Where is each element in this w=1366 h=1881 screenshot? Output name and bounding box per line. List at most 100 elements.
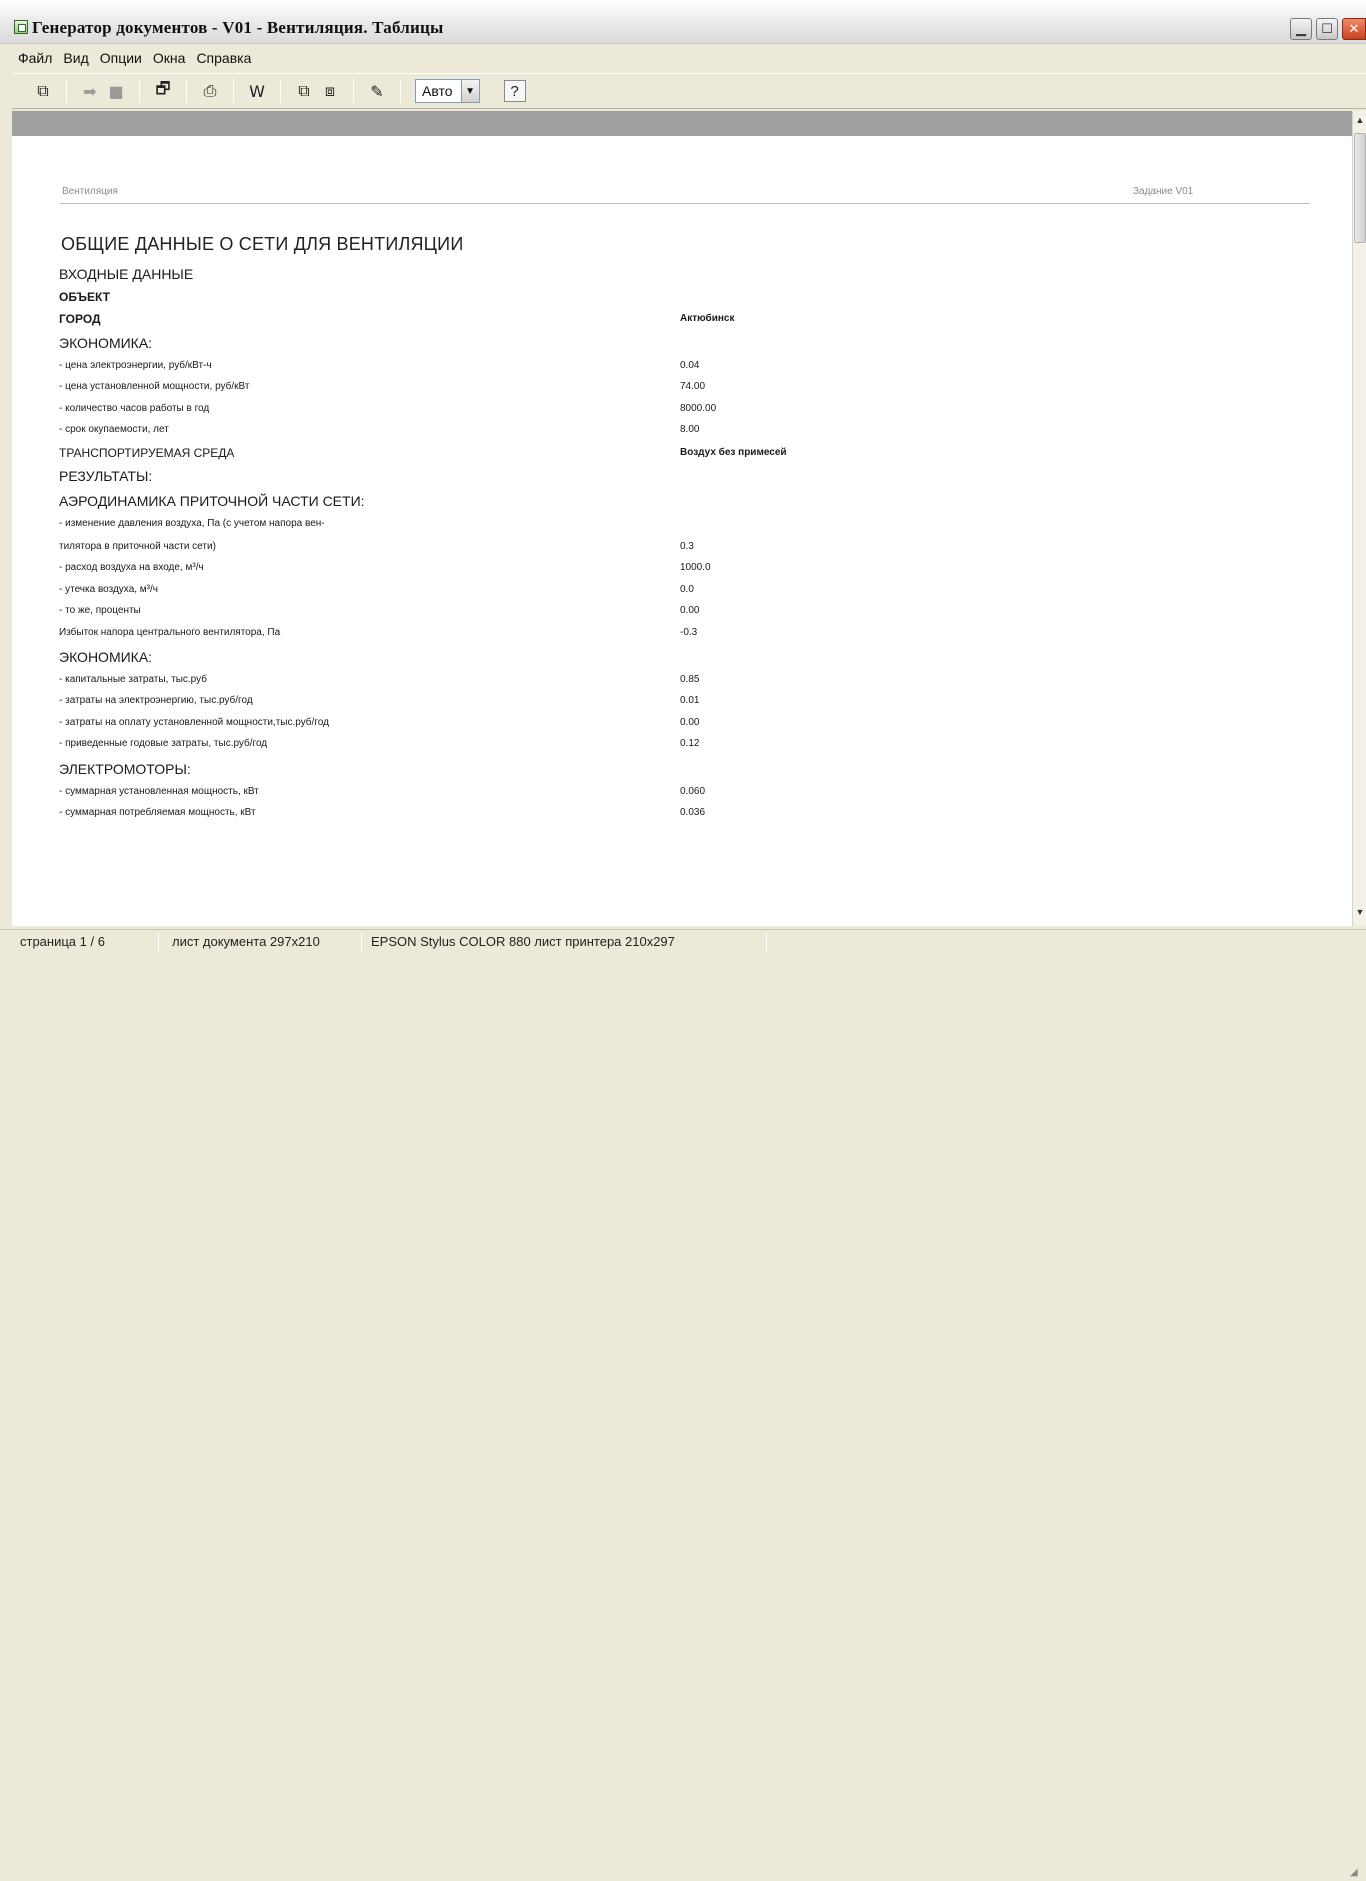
row-label: - суммарная установленная мощность, кВт [59, 786, 259, 797]
app-icon [14, 20, 28, 34]
run-icon: ➡ [83, 81, 97, 101]
properties-button[interactable]: 🗗 [150, 78, 176, 104]
edit-button[interactable]: ✎ [364, 78, 390, 104]
pen-icon: ✎ [370, 81, 384, 101]
row-value: 0.04 [680, 360, 700, 371]
scroll-up-icon[interactable]: ▲ [1353, 113, 1366, 127]
paste-page-button[interactable]: ⧈ [317, 78, 343, 104]
section-heading: АЭРОДИНАМИКА ПРИТОЧНОЙ ЧАСТИ СЕТИ: [59, 493, 365, 509]
copy-page-button[interactable]: ⧉ [291, 78, 317, 104]
help-button[interactable]: ? [503, 80, 526, 102]
row-label: ОБЪЕКТ [59, 290, 110, 304]
toolbar-separator [186, 79, 187, 103]
pages-button[interactable]: ⧉ [30, 78, 56, 104]
row-value: 0.3 [680, 541, 694, 552]
printer-icon: ⎙ [203, 81, 217, 100]
row-label: ГОРОД [59, 312, 101, 326]
title-bar[interactable]: Генератор документов - V01 - Вентиляция.… [0, 0, 1366, 44]
pages-icon: ⧉ [37, 81, 49, 100]
close-button[interactable]: ✕ [1342, 18, 1366, 40]
menu-options[interactable]: Опции [100, 50, 142, 66]
maximize-button[interactable]: ☐ [1316, 18, 1338, 40]
toolbar-separator [280, 79, 281, 103]
window-title: Генератор документов - V01 - Вентиляция.… [32, 18, 444, 37]
row-label: Избыток напора центрального вентилятора,… [59, 627, 281, 638]
row-value: 0.85 [680, 674, 700, 685]
scroll-down-icon[interactable]: ▼ [1353, 905, 1366, 919]
word-export-button[interactable]: W [244, 78, 270, 104]
stop-icon: ■ [108, 81, 124, 101]
status-doc-sheet: лист документа 297x210 [172, 934, 320, 949]
status-printer: EPSON Stylus COLOR 880 лист принтера 210… [371, 934, 675, 949]
row-value: 74.00 [680, 381, 706, 392]
menu-windows[interactable]: Окна [153, 50, 186, 66]
page-header-task: Задание V01 [1133, 186, 1194, 197]
row-label: - изменение давления воздуха, Па (с учет… [59, 518, 325, 529]
row-value: Актюбинск [680, 313, 735, 324]
section-heading: ЭЛЕКТРОМОТОРЫ: [59, 761, 191, 777]
app-window: Генератор документов - V01 - Вентиляция.… [0, 0, 1366, 1878]
row-label: - цена установленной мощности, руб/кВт [59, 381, 250, 392]
menu-bar: Файл Вид Опции Окна Справка [0, 46, 1366, 70]
toolbar-separator [139, 79, 140, 103]
word-icon: W [249, 81, 265, 101]
scroll-thumb[interactable] [1354, 133, 1366, 243]
stop-button[interactable]: ■ [103, 78, 129, 104]
toolbar-separator [353, 79, 354, 103]
section-heading: РЕЗУЛЬТАТЫ: [59, 468, 153, 484]
row-value: 0.0 [680, 584, 694, 595]
run-button[interactable]: ➡ [77, 78, 103, 104]
section-heading: ЭКОНОМИКА: [59, 335, 153, 351]
minimize-button[interactable]: ▁ [1290, 18, 1312, 40]
document-title: ОБЩИЕ ДАННЫЕ О СЕТИ ДЛЯ ВЕНТИЛЯЦИИ [61, 234, 464, 254]
toolbar: ⧉ ➡ ■ 🗗 ⎙ W ⧉ ⧈ ✎ Авто ▼ ? [12, 73, 1366, 109]
row-value: -0.3 [680, 627, 698, 638]
row-value: 0.00 [680, 605, 700, 616]
menu-help[interactable]: Справка [196, 50, 251, 66]
status-page: страница 1 / 6 [20, 934, 105, 949]
copy-page-icon: ⧉ [298, 81, 310, 100]
row-label: - расход воздуха на входе, м³/ч [59, 562, 204, 573]
row-label: - капитальные затраты, тыс.руб [59, 674, 207, 685]
row-label: - приведенные годовые затраты, тыс.руб/г… [59, 738, 268, 749]
row-label: - срок окупаемости, лет [59, 424, 169, 435]
maximize-icon: ☐ [1321, 21, 1333, 37]
close-icon: ✕ [1348, 21, 1360, 37]
row-value: 0.01 [680, 695, 700, 706]
row-value: 0.060 [680, 786, 706, 797]
toolbar-separator [400, 79, 401, 103]
menu-view[interactable]: Вид [63, 50, 88, 66]
status-bar: страница 1 / 6 лист документа 297x210 EP… [0, 929, 1366, 1878]
row-value: 0.00 [680, 717, 700, 728]
row-label: - затраты на оплату установленной мощнос… [59, 717, 329, 728]
status-divider [158, 932, 159, 952]
chevron-down-icon[interactable]: ▼ [460, 80, 479, 102]
properties-icon: 🗗 [155, 78, 171, 98]
row-value: 1000.0 [680, 562, 711, 573]
row-label: - цена электроэнергии, руб/кВт-ч [59, 360, 212, 371]
section-heading: ВХОДНЫЕ ДАННЫЕ [59, 266, 194, 282]
row-label: - затраты на электроэнергию, тыс.руб/год [59, 695, 253, 706]
row-label: - утечка воздуха, м³/ч [59, 584, 158, 595]
vertical-scrollbar[interactable]: ▲ ▼ [1352, 111, 1366, 926]
row-label: тилятора в приточной части сети) [59, 541, 216, 552]
toolbar-separator [233, 79, 234, 103]
row-label: ТРАНСПОРТИРУЕМАЯ СРЕДА [59, 446, 235, 460]
document-top-band [12, 111, 1352, 136]
toolbar-separator [66, 79, 67, 103]
resize-grip-icon[interactable]: ◢ [1350, 1867, 1364, 1881]
section-heading: ЭКОНОМИКА: [59, 649, 153, 665]
row-label: - количество часов работы в год [59, 403, 210, 414]
row-value: 8.00 [680, 424, 700, 435]
header-divider [60, 203, 1310, 204]
row-label: - то же, проценты [59, 605, 141, 616]
row-value: Воздух без примесей [680, 447, 787, 458]
print-button[interactable]: ⎙ [197, 78, 223, 104]
minimize-icon: ▁ [1296, 21, 1306, 37]
menu-file[interactable]: Файл [18, 50, 52, 66]
zoom-select[interactable]: Авто ▼ [415, 79, 480, 103]
status-divider [766, 932, 767, 952]
paste-page-icon: ⧈ [324, 81, 336, 100]
status-divider [361, 932, 362, 952]
row-label: - суммарная потребляемая мощность, кВт [59, 807, 256, 818]
